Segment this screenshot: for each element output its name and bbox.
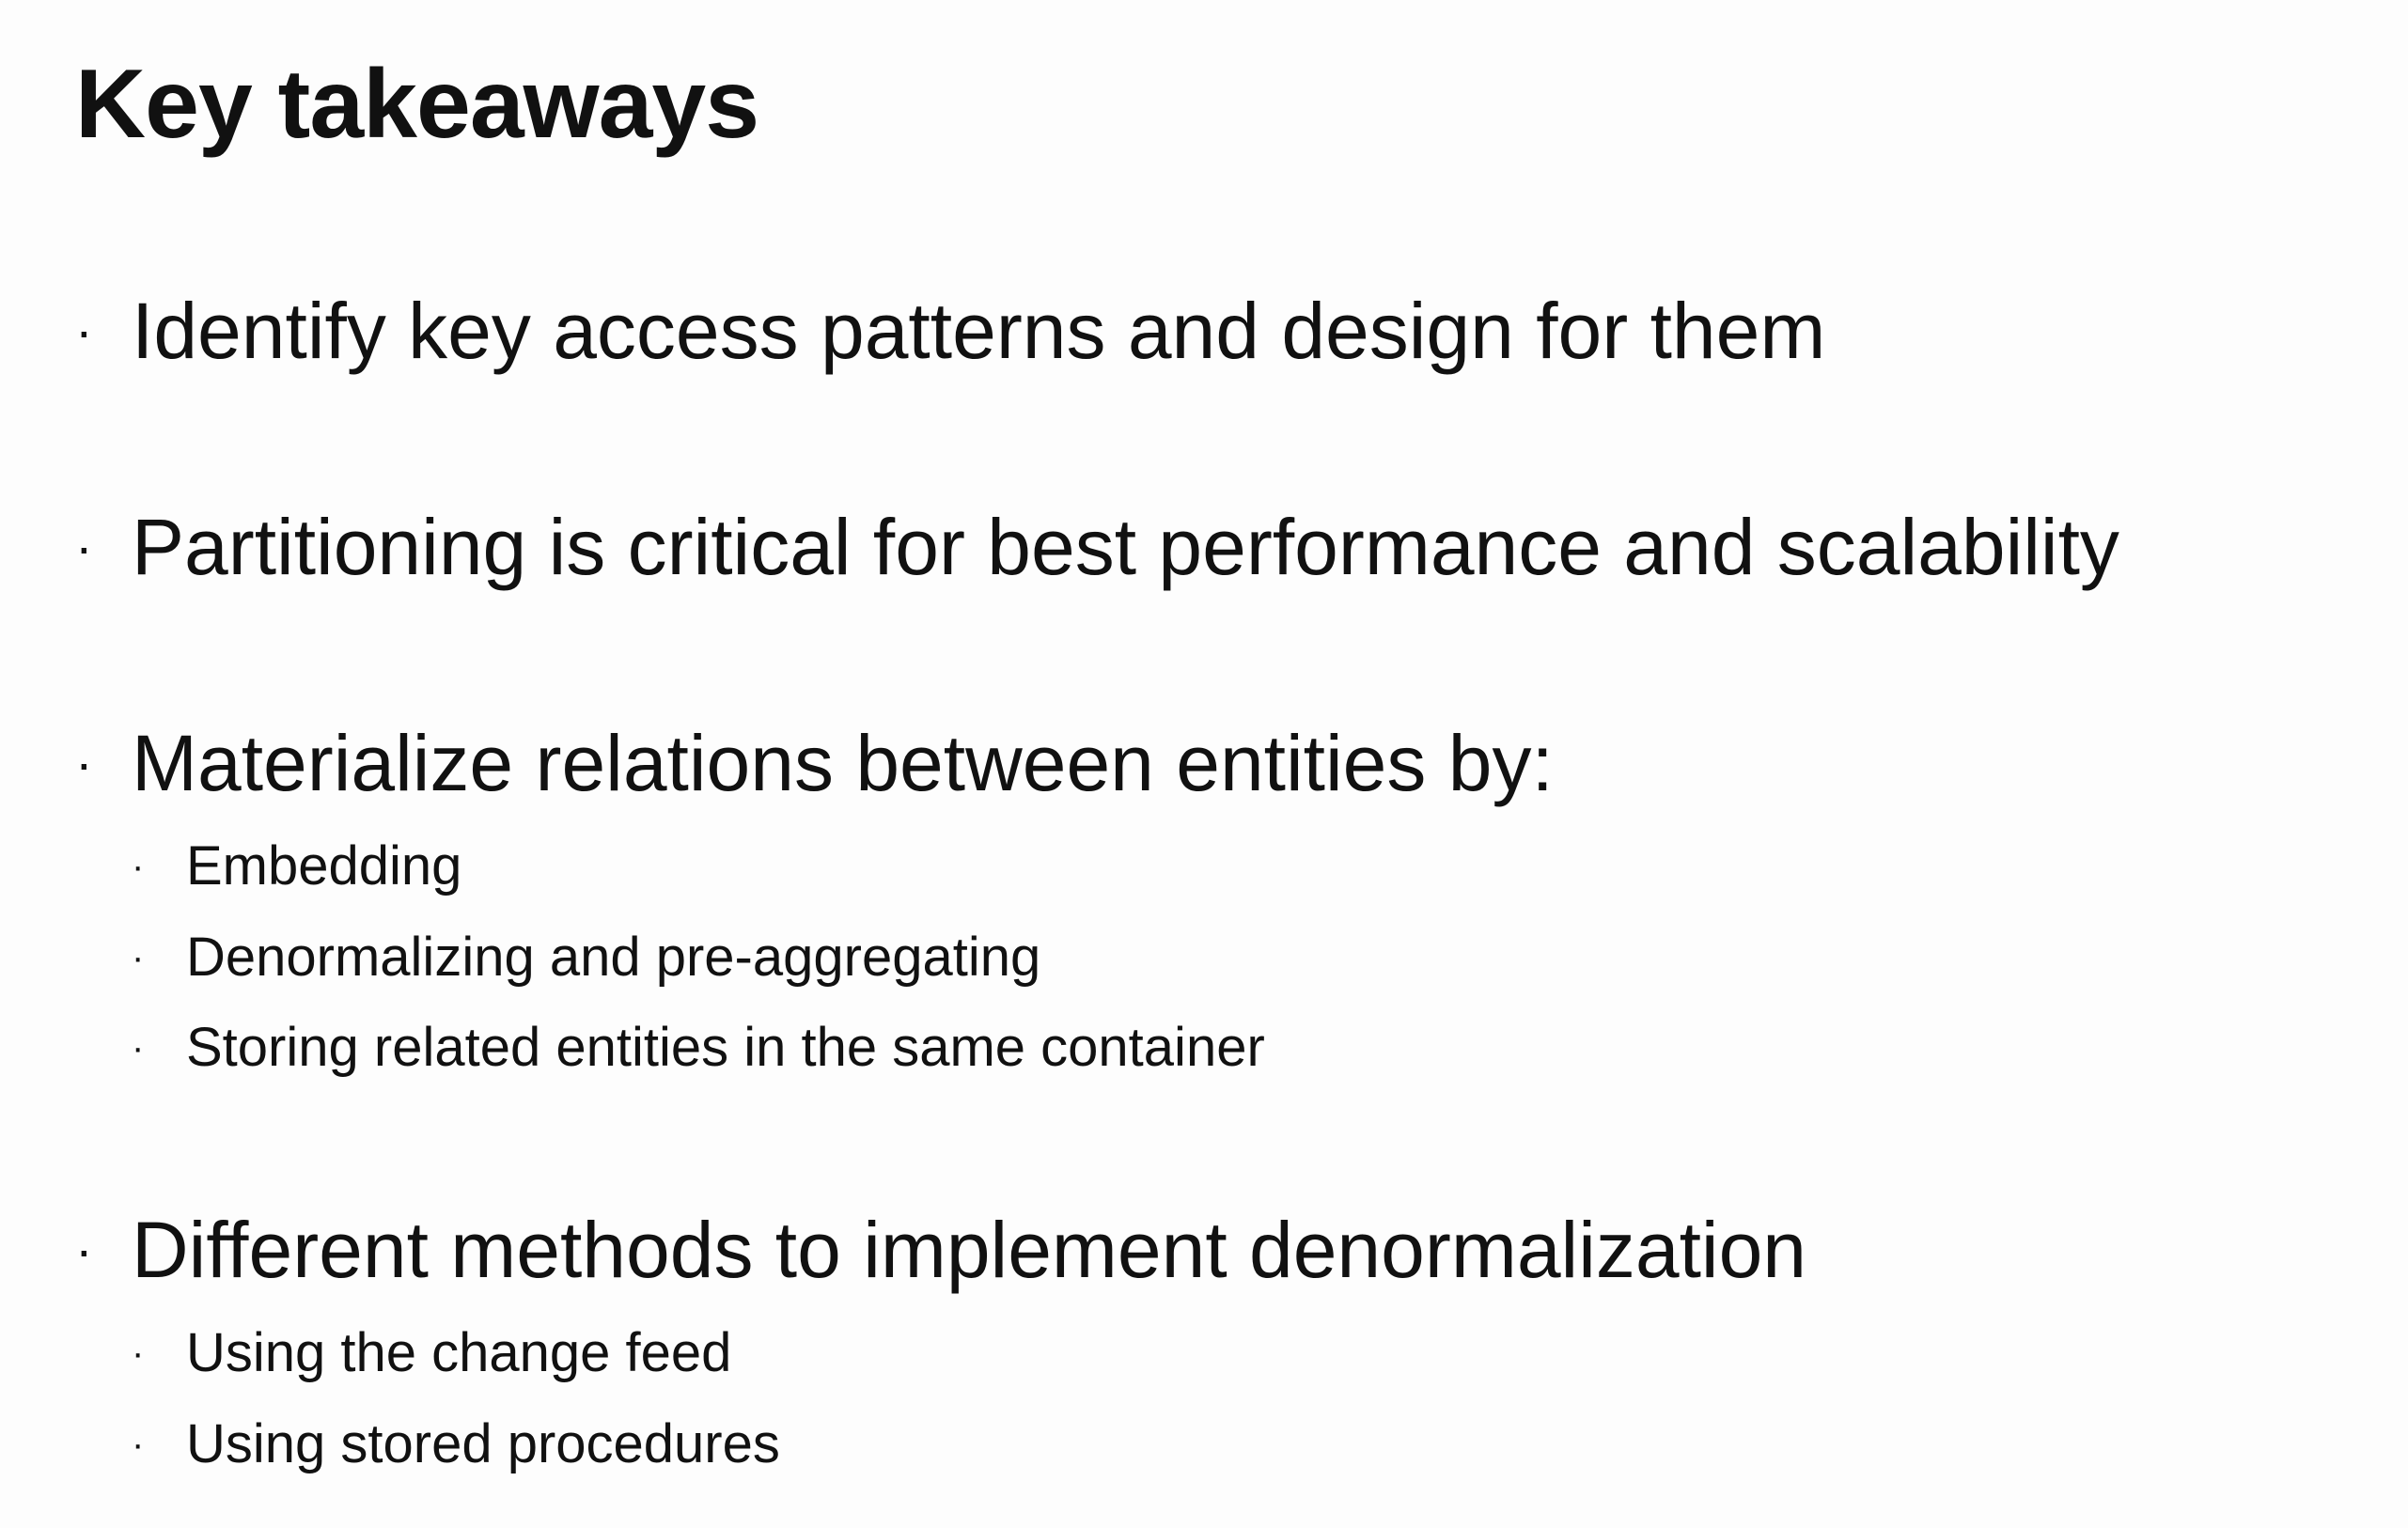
bullet-item: · Different methods to implement denorma… [75, 1201, 1806, 1299]
bullet-text: Identify key access patterns and design … [132, 287, 1826, 375]
sub-bullet-dot-icon: · [132, 1424, 145, 1465]
sub-bullet-dot-icon: · [132, 1027, 145, 1068]
sub-bullet-item: · Using stored procedures [132, 1410, 780, 1479]
sub-bullet-text: Using stored procedures [186, 1413, 780, 1474]
sub-bullet-text: Embedding [186, 835, 462, 897]
sub-bullet-dot-icon: · [132, 846, 145, 887]
bullet-dot-icon: · [75, 733, 93, 792]
sub-bullet-dot-icon: · [132, 937, 145, 978]
sub-bullet-item: · Storing related entities in the same c… [132, 1013, 1265, 1083]
bullet-item: · Partitioning is critical for best perf… [75, 498, 2119, 596]
bullet-text: Materialize relations between entities b… [132, 719, 1554, 807]
sub-bullet-item: · Embedding [132, 832, 461, 901]
bullet-dot-icon: · [75, 301, 93, 360]
sub-bullet-text: Using the change feed [186, 1322, 732, 1383]
sub-bullet-text: Denormalizing and pre-aggregating [186, 927, 1041, 988]
sub-bullet-text: Storing related entities in the same con… [186, 1017, 1265, 1078]
bullet-item: · Identify key access patterns and desig… [75, 282, 1825, 380]
sub-bullet-item: · Using the change feed [132, 1318, 731, 1388]
bullet-text: Different methods to implement denormali… [132, 1206, 1807, 1294]
bullet-dot-icon: · [75, 1220, 93, 1279]
bullet-text: Partitioning is critical for best perfor… [132, 503, 2119, 591]
slide: Key takeaways · Identify key access patt… [0, 0, 2408, 1528]
slide-title: Key takeaways [75, 50, 759, 159]
bullet-item: · Materialize relations between entities… [75, 714, 1554, 812]
bullet-dot-icon: · [75, 517, 93, 576]
sub-bullet-item: · Denormalizing and pre-aggregating [132, 923, 1040, 992]
sub-bullet-dot-icon: · [132, 1333, 145, 1374]
